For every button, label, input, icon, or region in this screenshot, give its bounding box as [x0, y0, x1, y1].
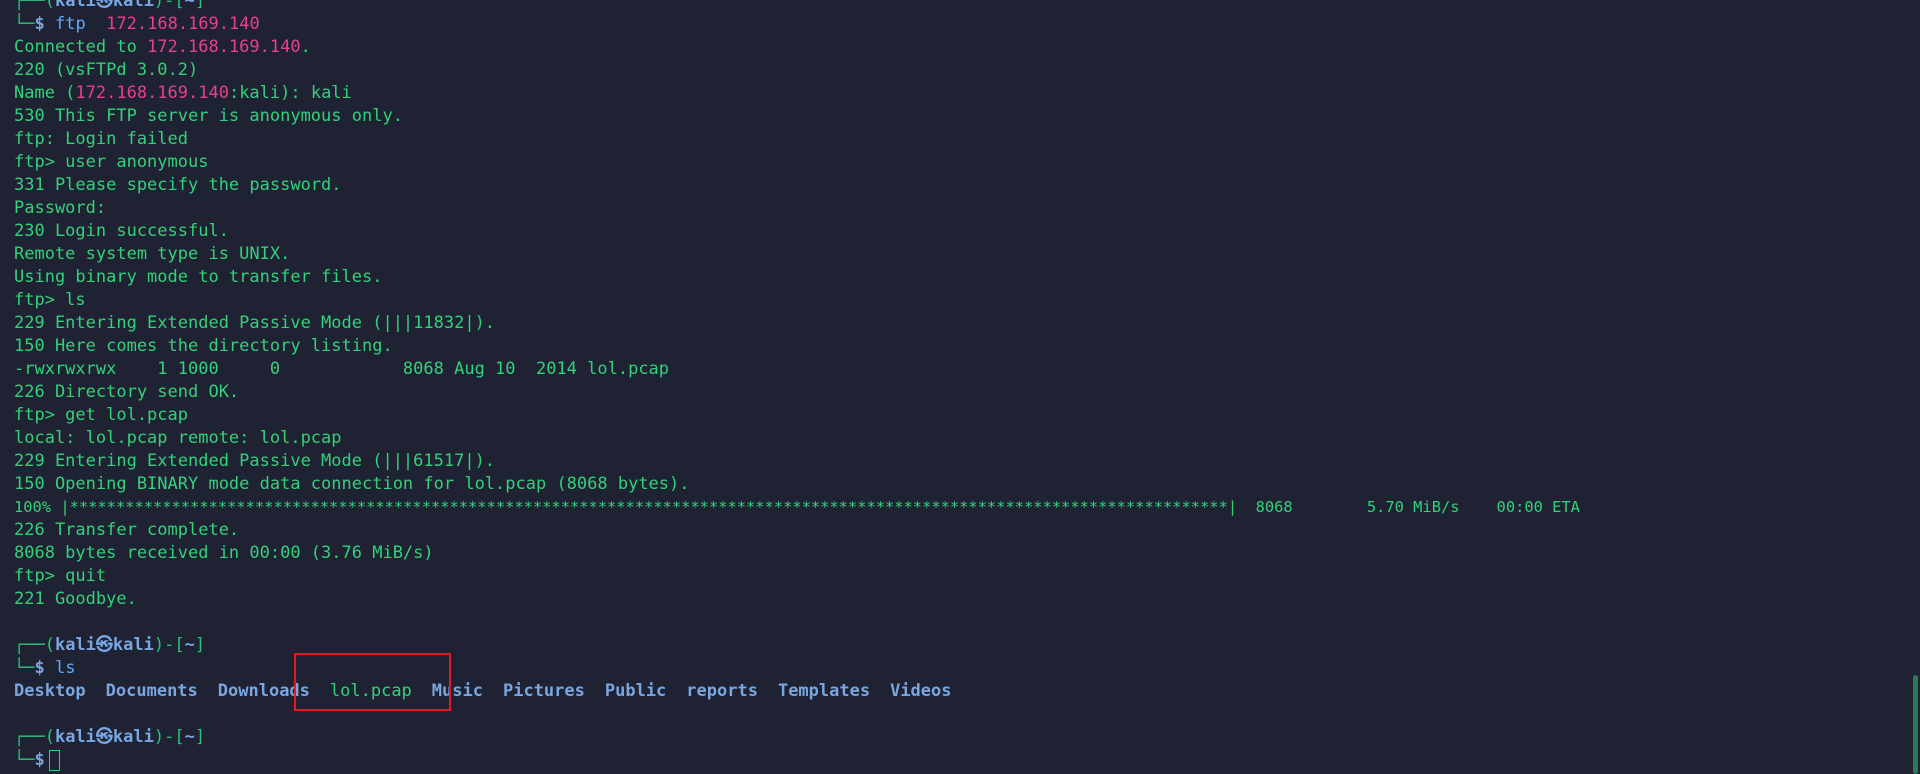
prompt-frame: )-[ — [153, 0, 185, 11]
prompt-user: kali㉿kali — [54, 727, 154, 747]
ls-item-videos[interactable]: Videos — [890, 681, 951, 701]
prompt-frame: └─ — [14, 750, 35, 770]
output-text: . — [300, 37, 311, 57]
prompt-frame: ] — [194, 727, 206, 747]
output-line: 229 Entering Extended Passive Mode (|||1… — [14, 313, 496, 333]
command-line-ftp: └─$ ftp 172.168.169.140 — [14, 13, 1920, 36]
prompt-header-3: ┌──(kali㉿kali)-[~] — [14, 726, 1920, 749]
output-text: Name ( — [14, 83, 76, 103]
output-line: ftp> ls — [14, 290, 86, 310]
output-line: 221 Goodbye. — [14, 589, 137, 609]
prompt-frame: ┌──( — [14, 0, 55, 11]
prompt-path: ~ — [184, 727, 195, 747]
prompt-path: ~ — [184, 635, 195, 655]
prompt-header-2: ┌──(kali㉿kali)-[~] — [14, 634, 1920, 657]
output-line: Remote system type is UNIX. — [14, 244, 291, 264]
ls-item-lol-pcap[interactable]: lol.pcap — [330, 681, 412, 701]
output-line: 530 This FTP server is anonymous only. — [14, 106, 403, 126]
ls-item-desktop[interactable]: Desktop — [14, 681, 86, 701]
text-cursor[interactable] — [48, 749, 60, 771]
output-line: 220 (vsFTPd 3.0.2) — [14, 60, 199, 80]
prompt-user: kali㉿kali — [54, 635, 154, 655]
prompt-path: ~ — [184, 0, 195, 11]
scrollbar-thumb[interactable] — [1913, 675, 1918, 774]
output-line: Password: — [14, 198, 107, 218]
output-line: local: lol.pcap remote: lol.pcap — [14, 428, 342, 448]
ls-item-music[interactable]: Music — [432, 681, 483, 701]
output-line: ftp> quit — [14, 566, 107, 586]
prompt-frame: ┌──( — [14, 635, 55, 655]
output-line: 150 Here comes the directory listing. — [14, 336, 393, 356]
command-arg-ip: 172.168.169.140 — [106, 14, 260, 34]
prompt-header-1: ┌──(kali㉿kali)-[~] — [14, 0, 1920, 13]
ls-item-downloads[interactable]: Downloads — [218, 681, 310, 701]
prompt-user: kali㉿kali — [54, 0, 154, 11]
prompt-dollar: $ — [34, 658, 55, 678]
output-line: 331 Please specify the password. — [14, 175, 342, 195]
output-line: 230 Login successful. — [14, 221, 229, 241]
scrollbar-track[interactable] — [1910, 0, 1920, 774]
output-text: Connected to — [14, 37, 148, 57]
ls-item-pictures[interactable]: Pictures — [503, 681, 585, 701]
output-line: 226 Transfer complete. — [14, 520, 240, 540]
directory-listing-row: -rwxrwxrwx 1 1000 0 8068 Aug 10 2014 lol… — [14, 359, 670, 379]
output-text: :kali): kali — [228, 83, 352, 103]
prompt-frame: ┌──( — [14, 727, 55, 747]
output-line: 8068 bytes received in 00:00 (3.76 MiB/s… — [14, 543, 434, 563]
output-line: 226 Directory send OK. — [14, 382, 240, 402]
terminal-window[interactable]: ┌──(kali㉿kali)-[~] └─$ ftp 172.168.169.1… — [0, 0, 1920, 771]
ls-item-reports[interactable]: reports — [686, 681, 758, 701]
ls-item-templates[interactable]: Templates — [778, 681, 870, 701]
ls-item-public[interactable]: Public — [605, 681, 666, 701]
prompt-frame: ] — [194, 635, 206, 655]
ls-item-documents[interactable]: Documents — [106, 681, 198, 701]
prompt-dollar: $ — [34, 750, 45, 770]
ls-output-row: Desktop Documents Downloads lol.pcap Music Pi… — [14, 680, 1920, 703]
prompt-frame: └─ — [14, 658, 35, 678]
command-line-ls: └─$ ls — [14, 657, 1920, 680]
command-name: ftp — [54, 14, 86, 34]
command-name: ls — [54, 658, 76, 678]
output-line: ftp> get lol.pcap — [14, 405, 188, 425]
ip-address: 172.168.169.140 — [75, 83, 229, 103]
prompt-dollar: $ — [34, 14, 55, 34]
ip-address: 172.168.169.140 — [147, 37, 301, 57]
output-line: ftp> user anonymous — [14, 152, 209, 172]
prompt-frame: )-[ — [153, 727, 185, 747]
prompt-frame: )-[ — [153, 635, 185, 655]
transfer-progress-bar: 100% |**********************************… — [14, 498, 1580, 516]
output-line: 229 Entering Extended Passive Mode (|||6… — [14, 451, 496, 471]
output-name-prompt: Name (172.168.169.140:kali): kali — [14, 82, 1920, 105]
command-line-active[interactable]: └─$ — [14, 749, 1920, 772]
prompt-frame: ] — [194, 0, 206, 11]
output-line: ftp: Login failed — [14, 129, 188, 149]
output-line: 150 Opening BINARY mode data connection … — [14, 474, 690, 494]
output-connected: Connected to 172.168.169.140. — [14, 36, 1920, 59]
output-line: Using binary mode to transfer files. — [14, 267, 383, 287]
prompt-frame: └─ — [14, 14, 35, 34]
